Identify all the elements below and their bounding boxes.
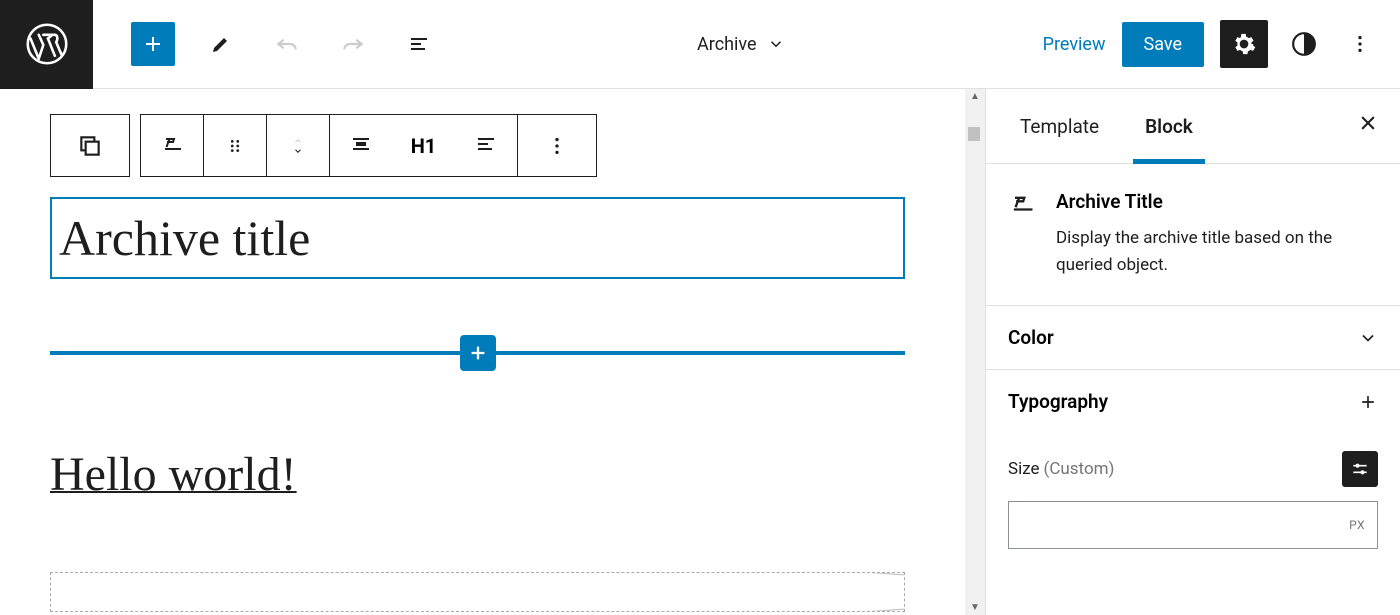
block-name-label: Archive Title — [1056, 190, 1378, 213]
size-custom-label: (Custom) — [1044, 459, 1115, 479]
vertical-dots-icon — [1349, 33, 1371, 55]
scroll-down-arrow-icon: ▼ — [965, 602, 985, 613]
wordpress-icon — [25, 22, 69, 66]
block-card-icon — [1008, 190, 1036, 279]
plus-icon — [141, 32, 165, 56]
font-size-input[interactable]: PX — [1008, 501, 1378, 549]
list-view-button[interactable] — [399, 24, 439, 64]
preview-button[interactable]: Preview — [1043, 34, 1106, 55]
font-size-row: Size (Custom) — [1008, 451, 1378, 487]
placeholder-block[interactable] — [50, 572, 905, 612]
typography-panel-body: Size (Custom) PX — [986, 433, 1400, 549]
undo-icon — [274, 31, 300, 57]
contrast-icon — [1291, 31, 1317, 57]
chevron-down-icon — [1358, 328, 1378, 348]
topbar-right-group: Preview Save — [1043, 20, 1400, 68]
archive-title-block[interactable]: Archive title — [50, 197, 905, 279]
text-align-button[interactable] — [474, 132, 498, 160]
pencil-icon — [209, 32, 233, 56]
heading-level-button[interactable]: H1 — [411, 134, 437, 158]
block-description: Display the archive title based on the q… — [1056, 225, 1378, 279]
block-toolbar-group-1 — [50, 114, 130, 177]
scrollbar[interactable]: ▲ ▼ — [965, 89, 985, 615]
settings-button[interactable] — [1220, 20, 1268, 68]
wordpress-logo-button[interactable] — [0, 0, 93, 89]
block-toolbar-group-2: H1 — [140, 114, 597, 177]
sliders-icon — [1350, 459, 1370, 479]
typography-panel-toggle[interactable]: Typography — [986, 370, 1400, 433]
add-block-button[interactable] — [131, 22, 175, 66]
typography-panel-label: Typography — [1008, 390, 1108, 413]
size-presets-toggle[interactable] — [1342, 451, 1378, 487]
archive-title-icon — [160, 134, 184, 158]
block-info-panel: Archive Title Display the archive title … — [986, 164, 1400, 306]
text-align-left-icon — [474, 132, 498, 156]
color-panel-label: Color — [1008, 326, 1054, 349]
close-icon — [1358, 113, 1378, 133]
toolbar-controls: H1 — [330, 115, 518, 176]
settings-sidebar: Template Block Archive Title Display the… — [985, 89, 1400, 615]
plus-icon — [467, 342, 489, 364]
list-view-icon — [407, 32, 431, 56]
size-label: Size — [1008, 459, 1040, 479]
tab-template[interactable]: Template — [1008, 89, 1111, 163]
color-panel-toggle[interactable]: Color — [986, 306, 1400, 370]
template-selector[interactable]: Archive — [439, 34, 1043, 55]
drag-handle[interactable] — [204, 115, 267, 176]
template-name-label: Archive — [697, 34, 757, 55]
redo-icon — [340, 31, 366, 57]
redo-button[interactable] — [333, 24, 373, 64]
block-inserter-line — [50, 351, 905, 355]
archive-title-icon — [1008, 192, 1036, 220]
align-icon — [349, 132, 373, 156]
scrollbar-thumb[interactable] — [968, 127, 980, 141]
vertical-dots-icon — [546, 135, 568, 157]
chevron-down-icon — [290, 146, 306, 156]
group-icon — [77, 133, 103, 159]
move-up-down-button[interactable] — [267, 115, 330, 176]
more-options-button[interactable] — [1340, 24, 1380, 64]
chevron-down-icon — [767, 35, 785, 53]
drag-icon — [224, 135, 246, 157]
block-info-text: Archive Title Display the archive title … — [1056, 190, 1378, 279]
topbar-left-group — [93, 22, 439, 66]
block-type-button[interactable] — [141, 115, 204, 176]
gear-icon — [1231, 31, 1257, 57]
chevron-up-icon — [290, 136, 306, 146]
align-button[interactable] — [349, 132, 373, 160]
undo-button[interactable] — [267, 24, 307, 64]
edit-tool-button[interactable] — [201, 24, 241, 64]
block-more-button[interactable] — [518, 115, 596, 176]
editor-canvas: H1 Archive title Hello world! — [0, 89, 965, 615]
size-unit-label: PX — [1349, 518, 1365, 532]
scroll-up-arrow-icon: ▲ — [965, 91, 985, 102]
sidebar-tabs: Template Block — [986, 89, 1400, 164]
editor-topbar: Archive Preview Save — [0, 0, 1400, 89]
main-area: H1 Archive title Hello world! ▲ ▼ — [0, 89, 1400, 615]
select-parent-button[interactable] — [51, 115, 129, 176]
styles-button[interactable] — [1284, 24, 1324, 64]
save-button[interactable]: Save — [1122, 22, 1205, 67]
post-title-link[interactable]: Hello world! — [50, 447, 915, 502]
close-sidebar-button[interactable] — [1358, 113, 1378, 139]
block-toolbar: H1 — [50, 114, 915, 177]
plus-icon — [1358, 392, 1378, 412]
inline-inserter-button[interactable] — [460, 335, 496, 371]
tab-block[interactable]: Block — [1133, 89, 1205, 163]
